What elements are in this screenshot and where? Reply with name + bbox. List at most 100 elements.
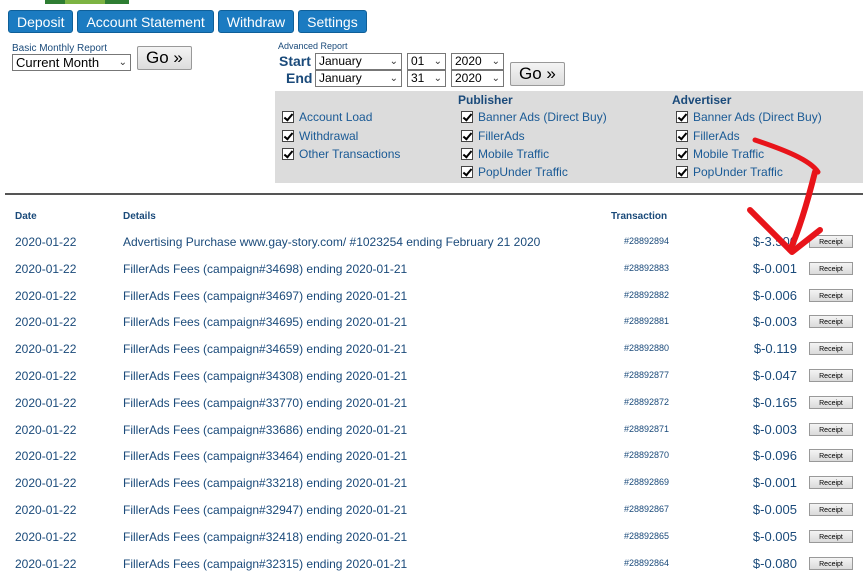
basic-period-select[interactable]: Current Month ⌄: [12, 54, 131, 71]
checkbox-checked-icon[interactable]: [676, 148, 688, 160]
section-divider: [5, 193, 863, 195]
end-day-select[interactable]: 31 ⌄: [407, 70, 446, 87]
chevron-down-icon: ⌄: [389, 73, 398, 84]
row-transaction-id[interactable]: #28892872: [624, 397, 669, 407]
filter-label: Mobile Traffic: [478, 147, 550, 161]
checkbox-checked-icon[interactable]: [676, 130, 688, 142]
row-date: 2020-01-22: [15, 342, 77, 356]
column-header-transaction: Transaction: [611, 211, 668, 222]
table-row: 2020-01-22 FillerAds Fees (campaign#32947…: [0, 502, 863, 529]
row-transaction-id[interactable]: #28892869: [624, 477, 669, 487]
row-date: 2020-01-22: [15, 315, 77, 329]
checkbox-checked-icon[interactable]: [282, 111, 294, 123]
row-transaction-id[interactable]: #28892882: [624, 290, 669, 300]
row-transaction-id[interactable]: #28892867: [624, 504, 669, 514]
row-transaction-id[interactable]: #28892894: [624, 236, 669, 246]
publisher-heading: Publisher: [458, 93, 513, 107]
row-amount: $-0.005: [752, 529, 797, 544]
receipt-button[interactable]: Receipt: [809, 423, 853, 436]
row-transaction-id[interactable]: #28892877: [624, 370, 669, 380]
receipt-button[interactable]: Receipt: [809, 449, 853, 462]
end-month-select[interactable]: January ⌄: [315, 70, 402, 87]
row-details: FillerAds Fees (campaign#33218) ending 2…: [123, 476, 408, 490]
settings-button[interactable]: Settings: [298, 10, 367, 33]
filter-publisher-fillerads[interactable]: FillerAds: [461, 129, 525, 143]
table-row: 2020-01-22 FillerAds Fees (campaign#34308…: [0, 368, 863, 395]
row-amount: $-0.165: [752, 395, 797, 410]
filter-advertiser-banner-ads[interactable]: Banner Ads (Direct Buy): [676, 110, 822, 124]
checkbox-checked-icon[interactable]: [461, 166, 473, 178]
receipt-button[interactable]: Receipt: [809, 342, 853, 355]
checkbox-checked-icon[interactable]: [676, 166, 688, 178]
row-details: FillerAds Fees (campaign#34308) ending 2…: [123, 369, 408, 383]
filter-label: Account Load: [299, 110, 373, 124]
receipt-button[interactable]: Receipt: [809, 530, 853, 543]
row-amount: $-0.096: [752, 448, 797, 463]
receipt-button[interactable]: Receipt: [809, 557, 853, 570]
filter-other-transactions[interactable]: Other Transactions: [282, 147, 400, 161]
receipt-button[interactable]: Receipt: [809, 503, 853, 516]
start-label: Start: [279, 53, 311, 69]
start-month-select[interactable]: January ⌄: [315, 53, 402, 70]
filter-advertiser-mobile-traffic[interactable]: Mobile Traffic: [676, 147, 764, 161]
table-row: 2020-01-22 FillerAds Fees (campaign#34698…: [0, 261, 863, 288]
row-amount: $-0.003: [752, 314, 797, 329]
filter-account-load[interactable]: Account Load: [282, 110, 372, 124]
end-year-select[interactable]: 2020 ⌄: [451, 70, 504, 87]
filter-publisher-popunder-traffic[interactable]: PopUnder Traffic: [461, 165, 568, 179]
receipt-button[interactable]: Receipt: [809, 396, 853, 409]
table-row: 2020-01-22 FillerAds Fees (campaign#32315…: [0, 556, 863, 583]
filter-publisher-banner-ads[interactable]: Banner Ads (Direct Buy): [461, 110, 607, 124]
start-day-select[interactable]: 01 ⌄: [407, 53, 446, 70]
chevron-down-icon: ⌄: [389, 56, 398, 67]
receipt-button[interactable]: Receipt: [809, 235, 853, 248]
row-transaction-id[interactable]: #28892865: [624, 531, 669, 541]
checkbox-checked-icon[interactable]: [282, 148, 294, 160]
receipt-button[interactable]: Receipt: [809, 315, 853, 328]
row-transaction-id[interactable]: #28892881: [624, 316, 669, 326]
checkbox-checked-icon[interactable]: [676, 111, 688, 123]
checkbox-checked-icon[interactable]: [282, 130, 294, 142]
filter-label: PopUnder Traffic: [693, 165, 783, 179]
row-transaction-id[interactable]: #28892871: [624, 424, 669, 434]
checkbox-checked-icon[interactable]: [461, 148, 473, 160]
end-label: End: [286, 70, 313, 86]
filter-label: Withdrawal: [299, 129, 359, 143]
row-transaction-id[interactable]: #28892880: [624, 343, 669, 353]
row-transaction-id[interactable]: #28892883: [624, 263, 669, 273]
end-month-value: January: [319, 71, 362, 85]
receipt-button[interactable]: Receipt: [809, 369, 853, 382]
withdraw-button[interactable]: Withdraw: [217, 10, 295, 33]
chevron-down-icon: ⌄: [433, 73, 442, 84]
table-row: 2020-01-22 FillerAds Fees (campaign#32418…: [0, 529, 863, 556]
filter-label: Other Transactions: [299, 147, 401, 161]
chevron-down-icon: ⌄: [491, 56, 500, 67]
checkbox-checked-icon[interactable]: [461, 111, 473, 123]
row-details: FillerAds Fees (campaign#33464) ending 2…: [123, 449, 408, 463]
row-transaction-id[interactable]: #28892870: [624, 450, 669, 460]
filter-withdrawal[interactable]: Withdrawal: [282, 129, 358, 143]
column-header-date: Date: [15, 211, 37, 222]
row-date: 2020-01-22: [15, 235, 77, 249]
receipt-button[interactable]: Receipt: [809, 262, 853, 275]
basic-go-button[interactable]: Go »: [137, 46, 192, 70]
receipt-button[interactable]: Receipt: [809, 289, 853, 302]
end-day-value: 31: [411, 71, 425, 85]
filter-advertiser-fillerads[interactable]: FillerAds: [676, 129, 740, 143]
row-transaction-id[interactable]: #28892864: [624, 558, 669, 568]
filter-label: FillerAds: [693, 129, 740, 143]
checkbox-checked-icon[interactable]: [461, 130, 473, 142]
advanced-go-button[interactable]: Go »: [510, 62, 565, 86]
row-amount: $-0.119: [753, 341, 797, 356]
deposit-button[interactable]: Deposit: [8, 10, 74, 33]
row-details: FillerAds Fees (campaign#34695) ending 2…: [123, 315, 408, 329]
column-header-details: Details: [123, 211, 156, 222]
row-details: FillerAds Fees (campaign#32315) ending 2…: [123, 557, 408, 571]
filter-advertiser-popunder-traffic[interactable]: PopUnder Traffic: [676, 165, 783, 179]
account-statement-button[interactable]: Account Statement: [77, 10, 214, 33]
filter-publisher-mobile-traffic[interactable]: Mobile Traffic: [461, 147, 549, 161]
filter-label: FillerAds: [478, 129, 525, 143]
row-date: 2020-01-22: [15, 262, 77, 276]
start-year-select[interactable]: 2020 ⌄: [451, 53, 504, 70]
receipt-button[interactable]: Receipt: [809, 476, 853, 489]
